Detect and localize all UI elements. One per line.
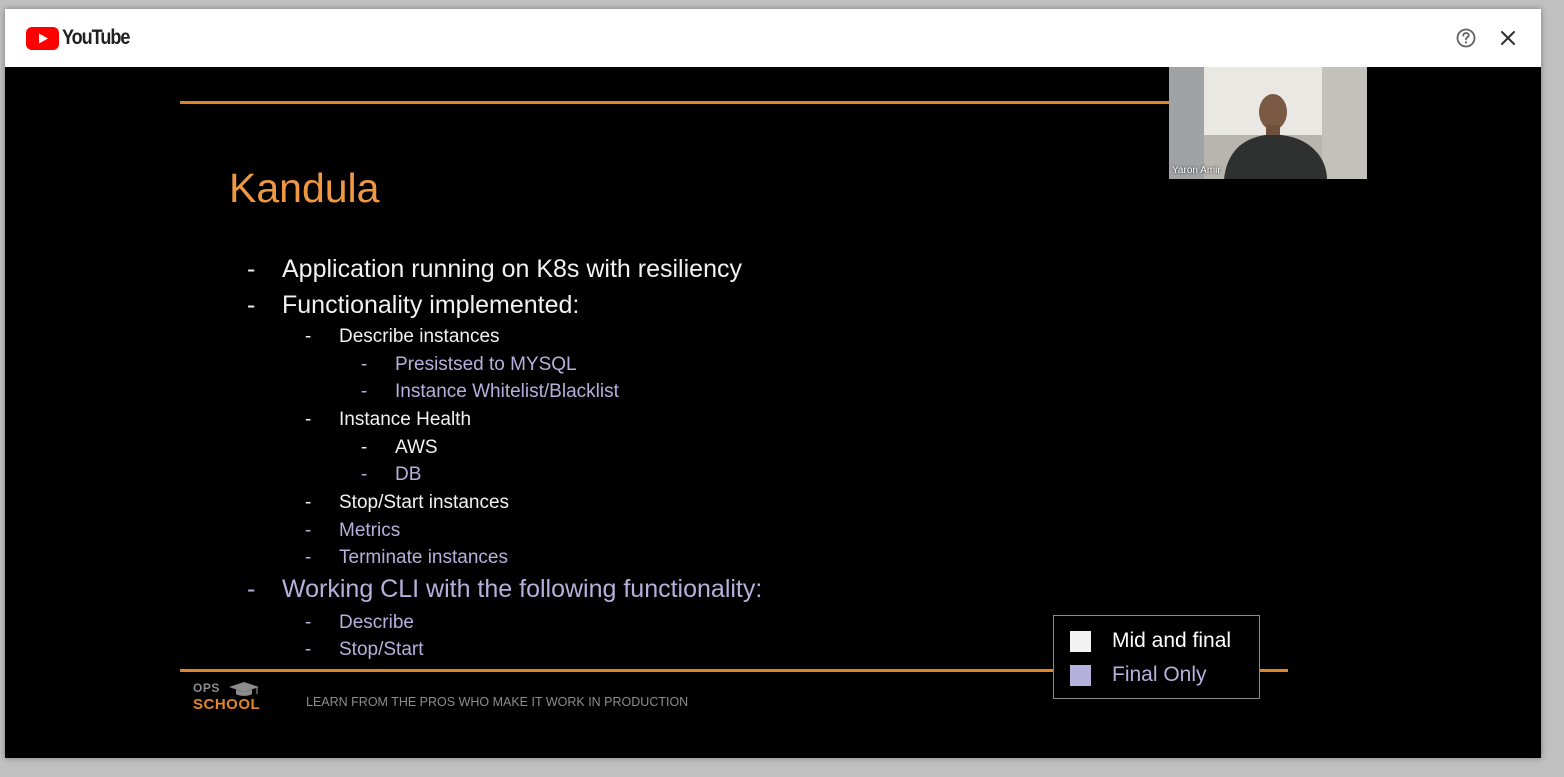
bullet-dash: -: [305, 639, 312, 660]
bullet-dash: -: [305, 520, 312, 541]
bullet-dash: -: [247, 255, 256, 283]
webcam-thumbnail: Yaron Amir: [1169, 67, 1367, 179]
bullet-dash: -: [361, 354, 368, 375]
bullet-dash: -: [305, 492, 312, 513]
help-circle-icon: [1456, 28, 1476, 48]
slide-top-rule: [180, 101, 1173, 104]
graduation-cap-icon: [229, 682, 259, 696]
bullet-text: Presistsed to MYSQL: [395, 354, 577, 375]
help-button[interactable]: [1453, 25, 1479, 51]
bullet-text: Terminate instances: [339, 547, 508, 568]
bullet-text: Stop/Start: [339, 639, 424, 660]
legend-label: Mid and final: [1112, 629, 1232, 652]
bullet-text: Describe: [339, 612, 414, 633]
bullet-text: Working CLI with the following functiona…: [282, 575, 763, 603]
modal-header: YouTube: [5, 9, 1541, 67]
bullet-text: Application running on K8s with resilien…: [282, 255, 742, 283]
bullet-text: Metrics: [339, 520, 401, 541]
bullet-text: Instance Whitelist/Blacklist: [395, 381, 619, 402]
legend-label: Final Only: [1112, 663, 1207, 686]
bullet-text: Stop/Start instances: [339, 492, 510, 513]
logo-ops-text: OPS: [193, 681, 220, 695]
youtube-wordmark: YouTube: [62, 26, 130, 49]
legend-swatch-mid-and-final: [1070, 630, 1091, 652]
legend-item-final-only: Final Only: [1070, 663, 1207, 687]
bullet-text: Instance Health: [339, 409, 472, 430]
logo-school-text: SCHOOL: [193, 696, 261, 713]
slide-title: Kandula: [229, 165, 380, 211]
close-icon: [1501, 31, 1515, 45]
close-button[interactable]: [1495, 25, 1521, 51]
bullet-dash: -: [305, 326, 312, 347]
bullet-dash: -: [305, 409, 312, 430]
youtube-play-icon: [26, 26, 59, 50]
bullet-dash: -: [247, 291, 256, 319]
legend-swatch-final-only: [1070, 664, 1091, 686]
footer-tagline: LEARN FROM THE PROS WHO MAKE IT WORK IN …: [306, 695, 689, 709]
bullet-dash: -: [361, 437, 368, 458]
slide-legend: Mid and final Final Only: [1053, 615, 1260, 699]
bullet-text: AWS: [395, 437, 438, 458]
bullet-text: Describe instances: [339, 326, 500, 347]
bullet-dash: -: [305, 612, 312, 633]
bullet-dash: -: [361, 381, 368, 402]
bullet-text: Functionality implemented:: [282, 291, 580, 319]
bullet-dash: -: [305, 547, 312, 568]
youtube-video-modal: YouTube Kandula - Application running on …: [5, 9, 1541, 758]
bullet-dash: -: [361, 464, 368, 485]
video-player[interactable]: Kandula - Application running on K8s with…: [5, 67, 1541, 758]
youtube-logo[interactable]: YouTube: [26, 26, 140, 50]
legend-item-mid-and-final: Mid and final: [1070, 629, 1231, 653]
ops-school-logo: OPS SCHOOL: [193, 681, 273, 715]
bullet-dash: -: [247, 575, 256, 603]
webcam-participant-name: Yaron Amir: [1172, 165, 1221, 176]
bullet-text: DB: [395, 464, 422, 485]
webcam-video-frame: [1169, 67, 1367, 179]
